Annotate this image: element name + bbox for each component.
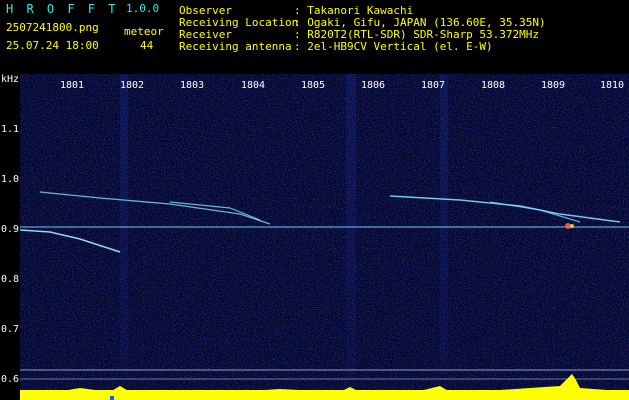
header: H R O F F T 1.0.0 2507241800.png meteor … — [0, 0, 629, 74]
app-version: 1.0.0 — [126, 2, 160, 15]
axis-unit-label: kHz — [1, 74, 20, 85]
y-tick-label: 0.9 — [1, 224, 20, 235]
app-title: H R O F F T — [6, 2, 119, 16]
interference-band — [440, 74, 448, 374]
y-tick-label: 1.0 — [1, 174, 20, 185]
file-datetime: 25.07.24 18:00 — [6, 39, 99, 52]
x-tick-label: 1808 — [481, 80, 506, 91]
x-tick-label: 1809 — [541, 80, 566, 91]
x-tick-label: 1806 — [361, 80, 386, 91]
x-tick-label: 1805 — [301, 80, 326, 91]
x-tick-label: 1802 — [120, 80, 145, 91]
signal-level-marker — [110, 396, 114, 400]
noise-texture — [20, 74, 629, 400]
y-tick-label: 0.6 — [1, 374, 20, 385]
meteor-label: meteor — [124, 25, 164, 38]
meteor-head — [570, 224, 574, 228]
antenna-value: : 2el-HB9CV Vertical (el. E-W) — [294, 40, 493, 53]
x-tick-label: 1804 — [241, 80, 266, 91]
y-tick-label: 0.7 — [1, 324, 20, 335]
interference-band — [346, 74, 356, 374]
y-tick-label: 1.1 — [1, 124, 20, 135]
x-tick-label: 1807 — [421, 80, 446, 91]
file-name: 2507241800.png — [6, 21, 99, 34]
x-tick-label: 1801 — [60, 80, 85, 91]
y-tick-label: 0.8 — [1, 274, 20, 285]
antenna-label: Receiving antenna — [179, 40, 292, 53]
x-tick-label: 1803 — [180, 80, 205, 91]
x-tick-label: 1810 — [600, 80, 625, 91]
spectrogram — [20, 74, 629, 400]
interference-band — [120, 74, 128, 374]
spectrogram-plot — [20, 74, 629, 400]
meteor-count: 44 — [140, 39, 154, 52]
